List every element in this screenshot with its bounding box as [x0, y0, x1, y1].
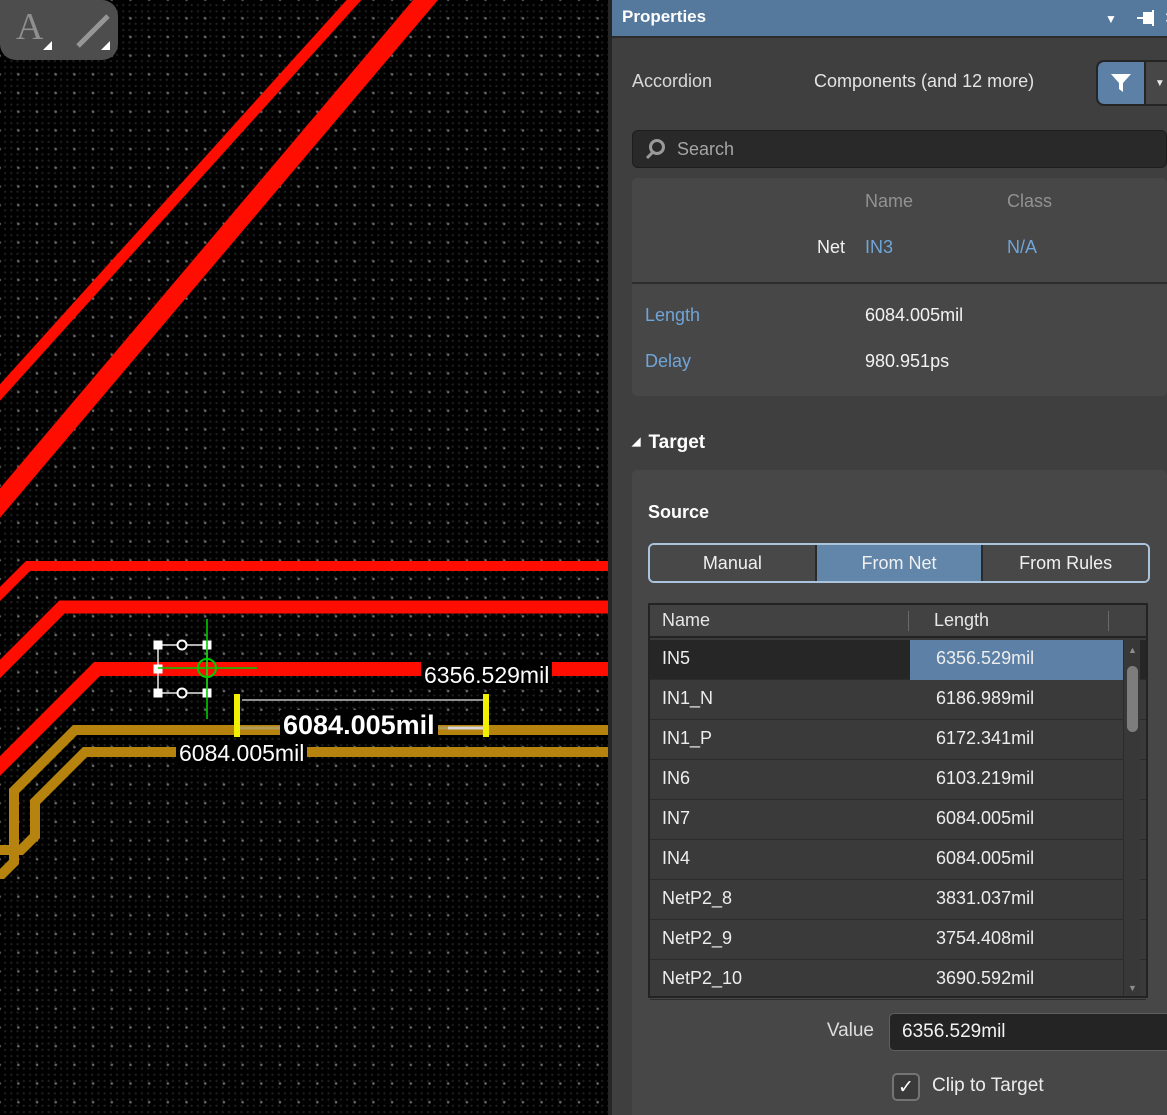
source-segmented-control: Manual From Net From Rules	[648, 543, 1150, 583]
row-name: NetP2_10	[662, 968, 742, 989]
table-row[interactable]: IN4 6084.005mil	[650, 840, 1146, 880]
row-name: IN5	[662, 648, 690, 669]
accordion-label[interactable]: Accordion	[632, 71, 712, 92]
net-name-link[interactable]: IN3	[865, 237, 893, 258]
collapse-triangle-icon: ◢	[632, 435, 640, 448]
row-length: 6103.219mil	[936, 768, 1034, 789]
properties-panel: Properties ▼ ✕ Accordion Components (and…	[608, 0, 1167, 1115]
dimension-label-middle: 6084.005mil	[280, 710, 438, 742]
row-name: IN1_P	[662, 728, 712, 749]
dropdown-corner-icon	[43, 41, 52, 50]
source-option-from-net[interactable]: From Net	[817, 545, 982, 581]
row-name: NetP2_8	[662, 888, 732, 909]
scrollbar-thumb[interactable]	[1127, 666, 1138, 732]
row-length: 3831.037mil	[936, 888, 1034, 909]
target-card: Source Manual From Net From Rules Name L…	[632, 470, 1167, 1115]
row-name: IN6	[662, 768, 690, 789]
dimension-tick-left	[234, 694, 240, 737]
value-label: Value	[732, 1020, 874, 1042]
card-separator	[632, 282, 1167, 284]
row-length: 3754.408mil	[936, 928, 1034, 949]
target-section-header[interactable]: ◢ Target	[632, 432, 705, 454]
net-class-column-header: Class	[1007, 191, 1052, 212]
net-name-column-header: Name	[865, 191, 913, 212]
chevron-down-icon: ▼	[1155, 78, 1165, 89]
row-length: 6356.529mil	[936, 648, 1034, 669]
search-box[interactable]	[632, 130, 1167, 168]
pin-icon[interactable]	[1136, 8, 1156, 28]
search-input[interactable]	[677, 139, 1137, 160]
table-row[interactable]: IN6 6103.219mil	[650, 760, 1146, 800]
selection-handle-bottom-mid[interactable]	[178, 689, 187, 698]
row-length: 6172.341mil	[936, 728, 1034, 749]
source-option-from-rules[interactable]: From Rules	[983, 545, 1148, 581]
table-scrollbar[interactable]: ▲ ▼	[1123, 640, 1140, 996]
table-row[interactable]: IN5 6356.529mil	[650, 640, 1146, 680]
panel-header: Properties ▼ ✕	[612, 0, 1167, 38]
row-length: 6084.005mil	[936, 848, 1034, 869]
search-icon	[633, 138, 677, 160]
row-length: 3690.592mil	[936, 968, 1034, 989]
row-name: IN1_N	[662, 688, 713, 709]
scroll-up-icon[interactable]: ▲	[1126, 645, 1139, 655]
pcb-canvas[interactable]: 6356.529mil 6084.005mil 6084.005mil A	[0, 0, 608, 1115]
table-row[interactable]: IN7 6084.005mil	[650, 800, 1146, 840]
clip-to-target-label: Clip to Target	[932, 1075, 1044, 1097]
table-row[interactable]: NetP2_10 3690.592mil	[650, 960, 1146, 1000]
dropdown-corner-icon	[101, 41, 110, 50]
dimension-label-bottom: 6084.005mil	[176, 740, 307, 767]
dimension-tick-right	[483, 694, 489, 737]
table-row[interactable]: IN1_P 6172.341mil	[650, 720, 1146, 760]
net-row-label: Net	[782, 237, 845, 258]
source-option-manual[interactable]: Manual	[650, 545, 815, 581]
target-section-title: Target	[648, 432, 705, 453]
panel-menu-caret-icon[interactable]: ▼	[1105, 12, 1117, 26]
pcb-traces	[0, 0, 608, 1115]
clip-to-target-checkbox[interactable]: ✓	[892, 1073, 920, 1101]
row-length: 6186.989mil	[936, 688, 1034, 709]
text-tool-button[interactable]: A	[6, 4, 58, 56]
table-row[interactable]: IN1_N 6186.989mil	[650, 680, 1146, 720]
red-trace-diagonal-thick[interactable]	[0, 0, 434, 522]
canvas-toolbar: A	[0, 0, 118, 60]
filter-button[interactable]	[1098, 62, 1144, 104]
row-name: IN7	[662, 808, 690, 829]
app-root: 6356.529mil 6084.005mil 6084.005mil A Pr…	[0, 0, 1167, 1115]
column-divider[interactable]	[1108, 611, 1109, 631]
table-header-length[interactable]: Length	[934, 610, 989, 631]
row-name: NetP2_9	[662, 928, 732, 949]
dimension-label-top: 6356.529mil	[421, 662, 552, 689]
selection-handle-top-mid[interactable]	[178, 641, 187, 650]
filter-button-group: ▼	[1096, 60, 1167, 106]
net-class-link[interactable]: N/A	[1007, 237, 1037, 258]
filter-dropdown-button[interactable]: ▼	[1146, 62, 1167, 104]
row-name: IN4	[662, 848, 690, 869]
funnel-icon	[1110, 73, 1132, 93]
text-tool-icon: A	[16, 5, 43, 49]
table-header-name[interactable]: Name	[662, 610, 710, 631]
scroll-down-icon[interactable]: ▼	[1126, 983, 1139, 993]
table-header: Name Length	[650, 605, 1146, 638]
scope-label[interactable]: Components (and 12 more)	[814, 71, 1034, 92]
table-row[interactable]: NetP2_9 3754.408mil	[650, 920, 1146, 960]
net-info-card: Name Class Net IN3 N/A Length 6084.005mi…	[632, 178, 1167, 396]
panel-divider[interactable]	[608, 0, 612, 1115]
length-label-link[interactable]: Length	[645, 305, 700, 326]
panel-title: Properties	[622, 7, 706, 27]
net-length-table: Name Length IN5 6356.529mil IN1_N 6186.9…	[648, 603, 1148, 998]
line-tool-button[interactable]	[64, 4, 116, 56]
delay-value: 980.951ps	[865, 351, 949, 372]
checkmark-icon: ✓	[898, 1077, 914, 1098]
red-trace-diagonal-thin[interactable]	[0, 0, 363, 408]
source-label: Source	[648, 502, 709, 523]
length-value: 6084.005mil	[865, 305, 963, 326]
table-row[interactable]: NetP2_8 3831.037mil	[650, 880, 1146, 920]
row-length: 6084.005mil	[936, 808, 1034, 829]
value-input[interactable]	[889, 1013, 1167, 1051]
delay-label-link[interactable]: Delay	[645, 351, 691, 372]
column-divider[interactable]	[908, 611, 909, 631]
